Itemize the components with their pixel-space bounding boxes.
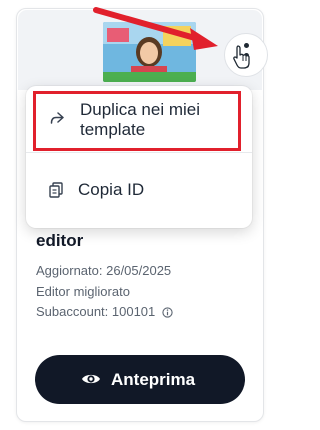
annotation-arrow <box>93 7 218 50</box>
subaccount-row: Subaccount: 100101 <box>36 304 173 319</box>
pointer-cursor-icon <box>233 45 250 69</box>
info-icon[interactable] <box>162 307 173 318</box>
menu-item-copy-id[interactable]: Copia ID <box>26 153 252 228</box>
copy-id-label: Copia ID <box>78 180 145 199</box>
preview-button[interactable]: Anteprima <box>35 355 245 404</box>
menu-item-duplicate[interactable]: Duplica nei miei template <box>26 86 252 152</box>
subaccount-label: Subaccount: 100101 <box>36 304 156 319</box>
editor-type: Editor migliorato <box>36 284 130 299</box>
eye-icon <box>82 374 100 384</box>
annotation-highlight-box <box>33 91 241 151</box>
copy-icon <box>49 182 63 198</box>
updated-date: Aggiornato: 26/05/2025 <box>36 263 172 278</box>
template-title: editor <box>36 231 84 250</box>
options-dropdown-menu: Duplica nei miei template Copia ID <box>26 86 252 228</box>
preview-label: Anteprima <box>111 370 196 389</box>
